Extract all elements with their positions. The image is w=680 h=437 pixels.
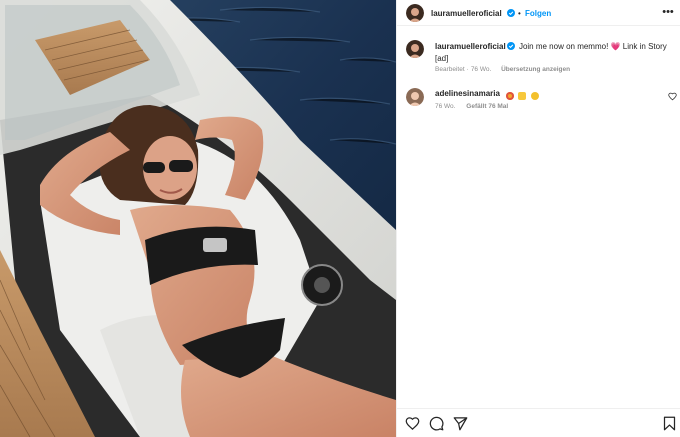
post-side-panel: lauramuelleroficial • Folgen ••• lauramu… [396,0,680,437]
comment-text: adelinesinamaria [435,89,541,100]
commenter-avatar[interactable] [406,88,424,106]
verified-icon [506,42,515,50]
caption-age[interactable]: 76 Wo. [471,66,491,73]
separator-dot: • [518,9,521,18]
more-options-icon[interactable]: ••• [662,7,674,18]
follow-button[interactable]: Folgen [525,9,551,18]
comment-emojis [506,91,540,100]
heart-eyes-emoji-icon [506,91,515,100]
comment-heart-icon[interactable] [668,92,677,101]
post-photo[interactable] [0,0,396,437]
author-avatar[interactable] [406,4,424,22]
comment-age[interactable]: 76 Wo. [435,103,455,110]
comment-meta: 76 Wo. Gefällt 76 Mal [435,103,517,110]
action-bar [397,408,680,437]
commenter-username[interactable]: adelinesinamaria [435,89,500,98]
sun-emoji-icon [530,91,539,100]
comment-icon[interactable] [429,416,444,431]
post-header: lauramuelleroficial • Folgen ••• [397,0,680,26]
share-icon[interactable] [453,416,468,431]
caption-meta: Bearbeitet · 76 Wo. Übersetzung anzeigen [435,66,571,73]
bookmark-icon[interactable] [662,416,677,431]
edited-label: Bearbeitet [435,66,465,73]
author-username[interactable]: lauramuelleroficial [431,9,502,18]
yellow-heart-emoji-icon [518,91,527,100]
heart-icon[interactable] [405,416,420,431]
caption-text: lauramuelleroficial Join me now on memmo… [435,41,675,65]
translate-link[interactable]: Übersetzung anzeigen [501,66,570,73]
comment-likes[interactable]: Gefällt 76 Mal [466,103,508,110]
caption-body: Join me now on memmo! [518,42,609,51]
verified-icon [507,9,515,17]
caption-avatar[interactable] [406,40,424,58]
pink-heart-emoji: 💗 [610,42,621,51]
caption-username[interactable]: lauramuelleroficial [435,42,506,51]
